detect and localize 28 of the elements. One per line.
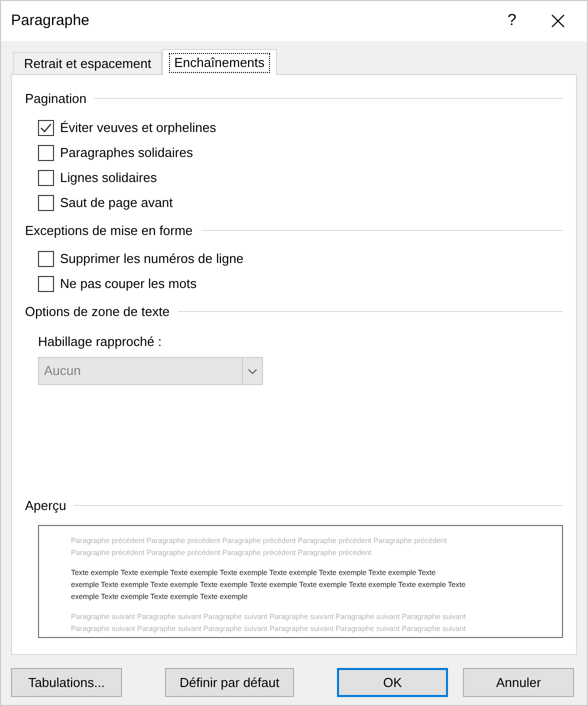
- checkbox-label: Saut de page avant: [60, 194, 173, 212]
- dialog-button[interactable]: OK: [337, 668, 448, 697]
- section-title: Options de zone de texte: [25, 303, 170, 321]
- tab[interactable]: Enchaînements: [162, 49, 277, 75]
- close-icon: [551, 14, 565, 28]
- checkbox-label: Lignes solidaires: [60, 168, 157, 187]
- checkbox-label: Supprimer les numéros de ligne: [60, 250, 244, 268]
- dialog-button[interactable]: Définir par défaut: [165, 668, 294, 697]
- dropdown: Aucun: [38, 357, 263, 385]
- dropdown-label: Habillage rapproché :: [38, 332, 163, 351]
- section-title: Aperçu: [25, 496, 66, 515]
- window-title: Paragraphe: [11, 10, 90, 31]
- checkbox[interactable]: [38, 251, 54, 267]
- dialog-button[interactable]: Annuler: [463, 668, 574, 697]
- checkbox[interactable]: [38, 276, 54, 292]
- checkbox[interactable]: [38, 120, 54, 136]
- checkbox-label: Paragraphes solidaires: [60, 144, 193, 162]
- checkbox[interactable]: [38, 170, 54, 186]
- checkbox-label: Ne pas couper les mots: [60, 275, 197, 294]
- checkbox-label: Éviter veuves et orphelines: [60, 118, 216, 137]
- help-button[interactable]: ?: [489, 1, 535, 41]
- dialog-button[interactable]: Tabulations...: [11, 668, 122, 697]
- chevron-down-icon: [248, 368, 257, 374]
- section-title: Pagination: [25, 90, 86, 108]
- checkbox[interactable]: [38, 144, 54, 160]
- section-title: Exceptions de mise en forme: [25, 222, 193, 240]
- checkbox[interactable]: [38, 194, 54, 210]
- tab[interactable]: Retrait et espacement: [13, 52, 162, 74]
